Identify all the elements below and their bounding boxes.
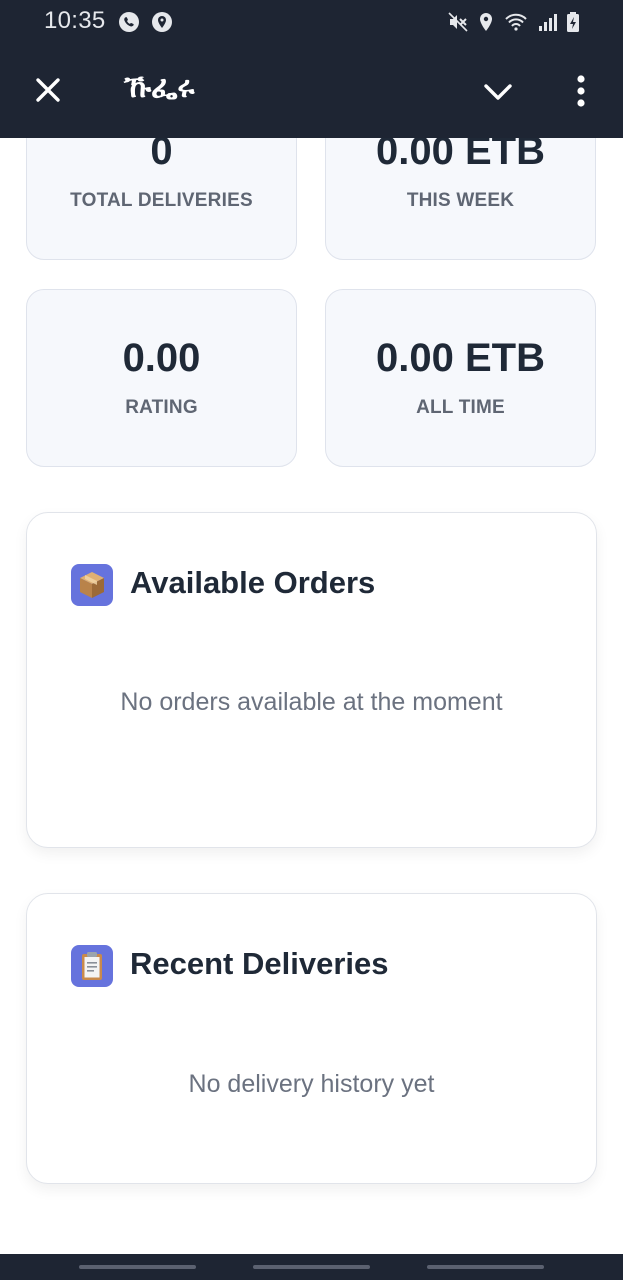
stat-label: RATING xyxy=(125,397,198,418)
app-bar: ኹፌሩ xyxy=(0,50,623,134)
stat-card-rating: 0.00 RATING xyxy=(26,289,297,467)
empty-state-text: No orders available at the moment xyxy=(120,688,503,716)
top-bar: 10:35 ኹፌሩ xyxy=(0,0,623,138)
panel-title: Available Orders xyxy=(130,565,376,600)
stat-value: 0.00 ETB xyxy=(376,336,545,380)
stat-label: THIS WEEK xyxy=(406,190,515,211)
location-icon xyxy=(480,13,492,31)
stat-label: ALL TIME xyxy=(416,397,505,418)
battery-charging-icon xyxy=(567,12,579,32)
empty-state-text: No delivery history yet xyxy=(188,1070,435,1098)
available-orders-panel: Available Orders No orders available at … xyxy=(26,512,597,848)
whatsapp-icon xyxy=(119,12,139,32)
location-icon xyxy=(152,12,172,32)
system-nav-bar xyxy=(0,1254,623,1280)
status-time: 10:35 xyxy=(44,7,106,34)
stat-value: 0.00 xyxy=(122,336,201,380)
content-area[interactable]: 0 TOTAL DELIVERIES 0.00 ETB THIS WEEK 0.… xyxy=(0,0,623,1254)
package-icon xyxy=(71,564,113,606)
panel-title: Recent Deliveries xyxy=(130,946,389,981)
status-bar: 10:35 xyxy=(0,0,623,44)
nav-back-handle[interactable] xyxy=(427,1265,544,1269)
chevron-down-icon[interactable] xyxy=(480,74,516,110)
recent-deliveries-panel: Recent Deliveries No delivery history ye… xyxy=(26,893,597,1184)
stat-label: TOTAL DELIVERIES xyxy=(70,190,253,211)
nav-recents-handle[interactable] xyxy=(79,1265,196,1269)
wifi-icon xyxy=(505,13,527,31)
mute-icon xyxy=(448,12,468,32)
close-icon[interactable] xyxy=(30,72,66,108)
stat-card-all-time: 0.00 ETB ALL TIME xyxy=(325,289,596,467)
clipboard-icon xyxy=(71,945,113,987)
signal-icon xyxy=(539,14,557,31)
nav-home-handle[interactable] xyxy=(253,1265,370,1269)
app-title: ኹፌሩ xyxy=(124,70,195,105)
more-vert-icon[interactable] xyxy=(566,72,596,110)
